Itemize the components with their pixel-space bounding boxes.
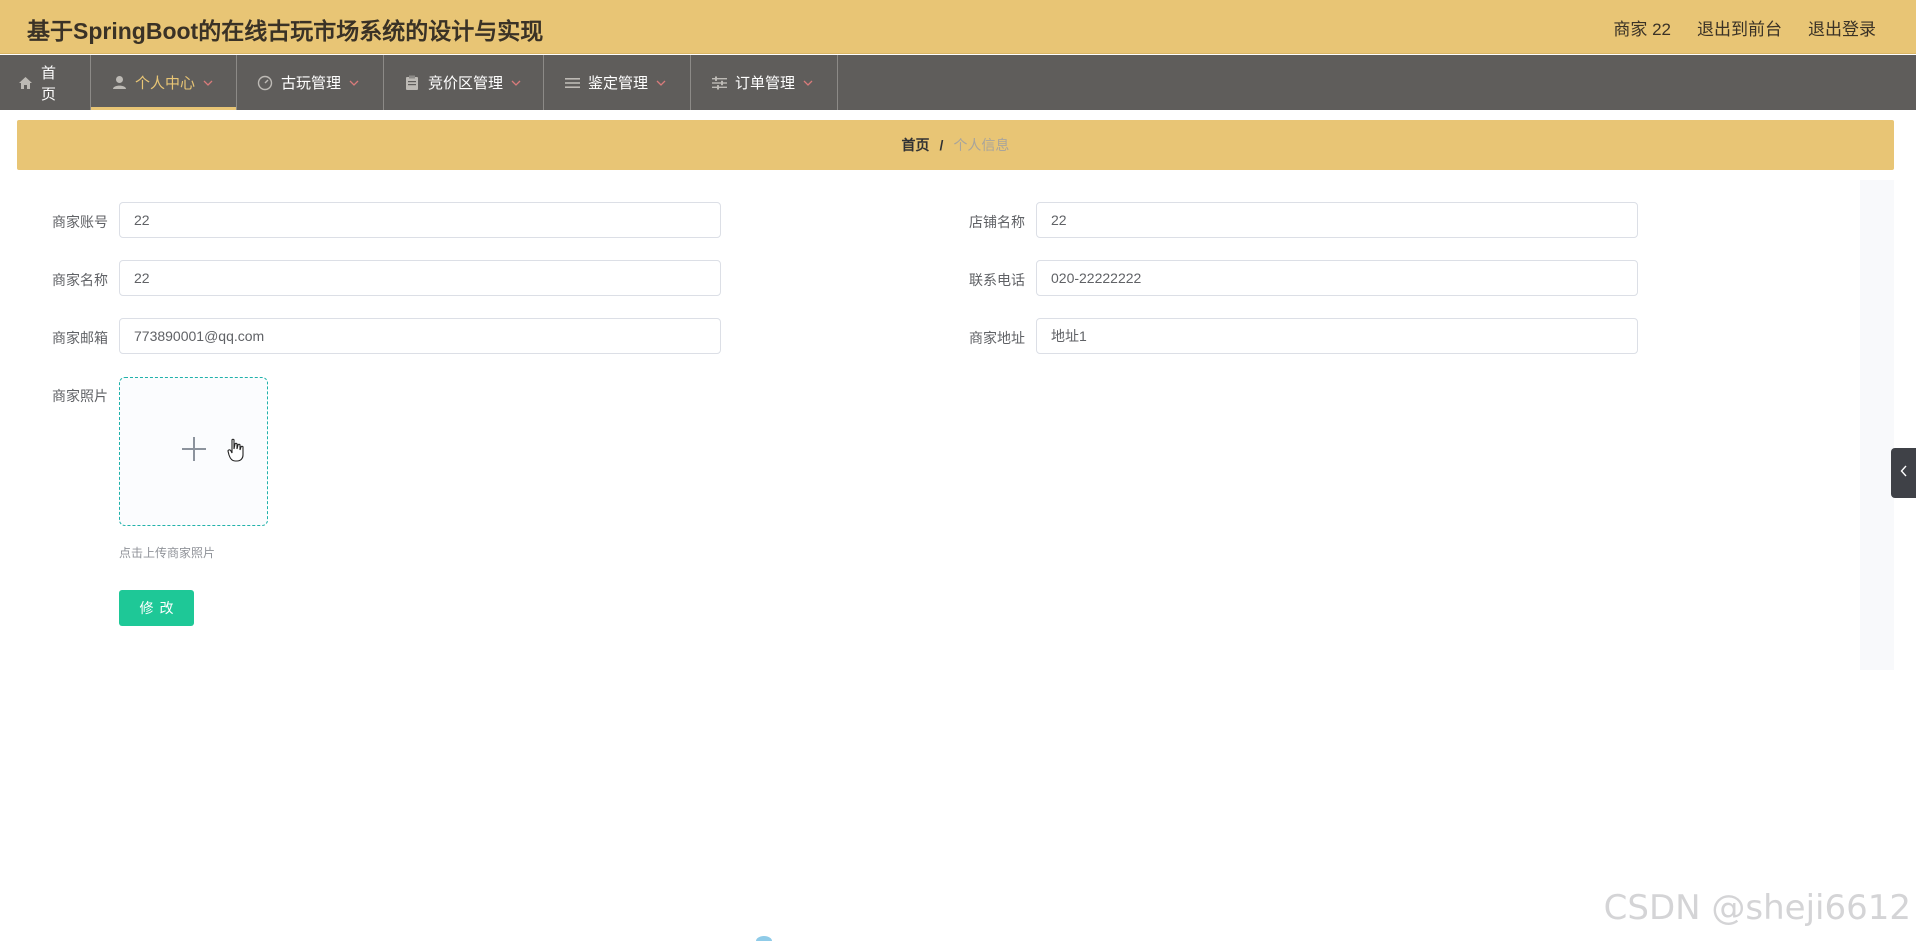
plus-icon <box>180 435 208 468</box>
clipboard-icon <box>404 75 420 91</box>
user-icon <box>111 75 127 91</box>
nav-label-bidding-management: 竞价区管理 <box>428 75 504 92</box>
gauge-icon <box>257 75 273 91</box>
nav-label-personal-center: 个人中心 <box>135 75 196 92</box>
merchant-name-input[interactable]: 22 <box>119 260 721 296</box>
profile-form <box>17 180 1860 670</box>
side-panel-toggle[interactable] <box>1891 448 1916 498</box>
modify-button[interactable]: 修改 <box>119 590 194 626</box>
account-label: 商家账号 <box>52 214 108 230</box>
upload-hint: 点击上传商家照片 <box>119 546 216 560</box>
app-title: 基于SpringBoot的在线古玩市场系统的设计与实现 <box>27 18 544 44</box>
nav-item-bidding-management[interactable]: 竞价区管理 <box>384 55 544 110</box>
shop-name-input[interactable]: 22 <box>1036 202 1638 238</box>
address-label: 商家地址 <box>969 330 1025 346</box>
shop-name-label: 店铺名称 <box>969 214 1025 230</box>
top-header: 基于SpringBoot的在线古玩市场系统的设计与实现 商家 22 退出到前台 … <box>0 0 1916 54</box>
breadcrumb: 首页 / 个人信息 <box>17 120 1894 170</box>
exit-to-front-link[interactable]: 退出到前台 <box>1697 15 1782 40</box>
nav-item-appraisal-management[interactable]: 鉴定管理 <box>544 55 691 110</box>
main-nav: 首页 个人中心 古玩管理 竞价区管理 鉴定管理 订单管理 <box>0 55 1916 110</box>
current-user-label: 商家 22 <box>1613 20 1671 39</box>
email-label: 商家邮箱 <box>52 330 108 346</box>
list-icon <box>564 75 580 91</box>
breadcrumb-current: 个人信息 <box>953 137 1010 153</box>
sliders-icon <box>711 75 727 91</box>
nav-item-order-management[interactable]: 订单管理 <box>691 55 838 110</box>
chevron-down-icon <box>803 78 813 88</box>
nav-label-antique-management: 古玩管理 <box>281 75 342 92</box>
user-area: 商家 22 退出到前台 退出登录 <box>1613 15 1876 40</box>
hand-cursor-icon <box>227 438 245 467</box>
address-input[interactable]: 地址1 <box>1036 318 1638 354</box>
nav-label-order-management: 订单管理 <box>735 75 796 92</box>
phone-label: 联系电话 <box>969 272 1025 288</box>
chevron-down-icon <box>203 78 213 88</box>
loading-indicator <box>756 936 772 941</box>
merchant-name-label: 商家名称 <box>52 272 108 288</box>
nav-item-antique-management[interactable]: 古玩管理 <box>237 55 384 110</box>
watermark: CSDN @sheji6612 <box>1603 888 1911 928</box>
account-input[interactable]: 22 <box>119 202 721 238</box>
chevron-down-icon <box>349 78 359 88</box>
logout-link[interactable]: 退出登录 <box>1808 15 1876 40</box>
breadcrumb-home[interactable]: 首页 <box>902 135 930 155</box>
photo-uploader[interactable] <box>119 377 268 526</box>
nav-label-home: 首页 <box>41 64 57 103</box>
nav-item-home[interactable]: 首页 <box>0 55 91 110</box>
nav-label-appraisal-management: 鉴定管理 <box>588 75 649 92</box>
phone-input[interactable]: 020-22222222 <box>1036 260 1638 296</box>
breadcrumb-separator: / <box>939 137 944 153</box>
home-icon <box>18 75 33 91</box>
chevron-down-icon <box>511 78 521 88</box>
chevron-left-icon <box>1900 464 1908 482</box>
photo-label: 商家照片 <box>52 388 108 404</box>
nav-item-personal-center[interactable]: 个人中心 <box>91 55 237 110</box>
chevron-down-icon <box>656 78 666 88</box>
email-input[interactable]: 773890001@qq.com <box>119 318 721 354</box>
